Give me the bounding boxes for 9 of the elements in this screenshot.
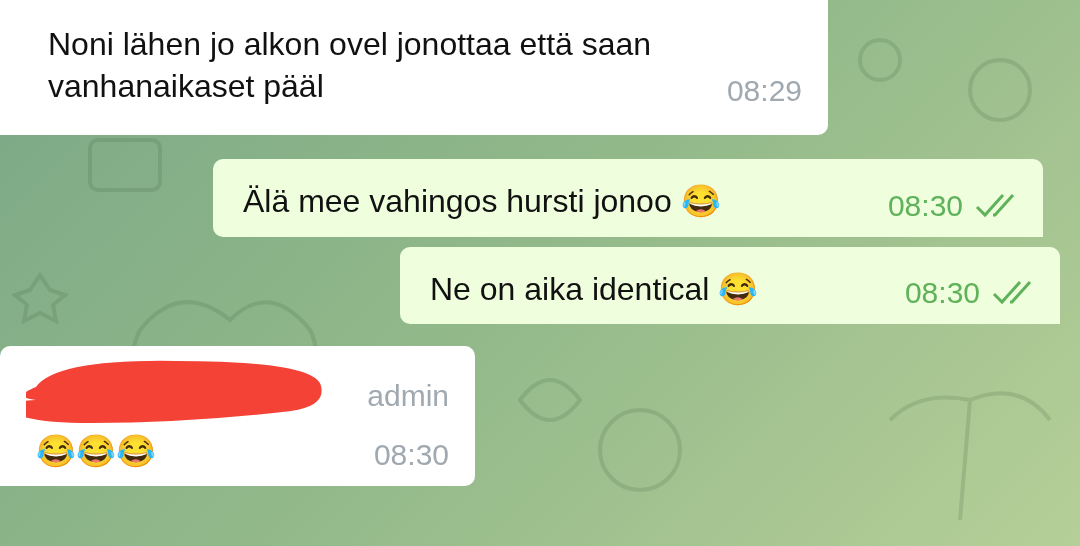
message-time: 08:30	[904, 276, 980, 311]
message-time: 08:30	[887, 188, 963, 223]
message-text: Ne on aika identical 😂	[430, 269, 759, 309]
sender-role: admin	[367, 378, 449, 414]
message-text: Älä mee vahingos hursti jonoo 😂	[243, 182, 721, 221]
message-time: 08:29	[726, 74, 802, 108]
message-text: 😂😂😂	[36, 431, 156, 471]
message-text: Noni lähen jo alkon ovel jonottaa että saan vanhanaikaset pääl	[48, 26, 652, 104]
message-time: 08:30	[373, 438, 449, 473]
